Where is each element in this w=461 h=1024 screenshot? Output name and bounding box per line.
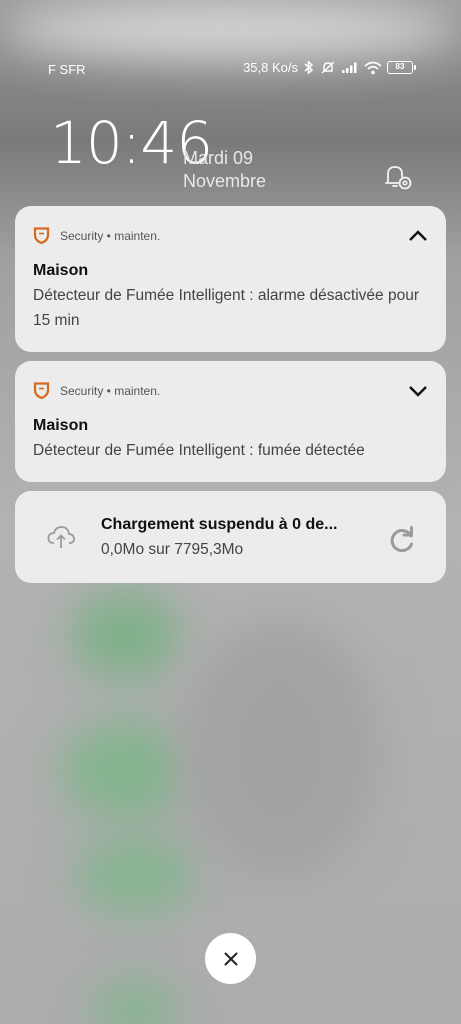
shield-icon <box>33 382 50 400</box>
date-month: Novembre <box>183 171 267 191</box>
download-title: Chargement suspendu à 0 de... <box>101 516 338 533</box>
notification-settings-button[interactable] <box>383 162 415 192</box>
carrier-label: F SFR <box>48 62 86 77</box>
notification-header: Security • mainten. <box>33 381 160 400</box>
chevron-down-icon[interactable] <box>406 379 430 403</box>
notification-card-alarm-disabled[interactable]: Security • mainten. Maison Détecteur de … <box>15 206 446 352</box>
lockscreen-date: Mardi 09 Novembre <box>183 147 266 193</box>
notification-title: Maison <box>33 417 89 434</box>
download-progress-text: 0,0Mo sur 7795,3Mo <box>101 541 244 558</box>
notification-title: Maison <box>33 262 89 279</box>
bell-gear-icon <box>385 166 412 190</box>
wifi-icon <box>364 61 382 74</box>
clear-all-button[interactable] <box>205 933 256 984</box>
chevron-up-icon[interactable] <box>406 224 430 248</box>
notification-header: Security • mainten. <box>33 226 160 245</box>
silent-bell-icon <box>321 61 335 74</box>
cloud-upload-icon <box>47 526 75 548</box>
refresh-icon[interactable] <box>387 524 417 554</box>
network-speed: 35,8 Ko/s <box>243 60 298 75</box>
signal-icon <box>342 62 357 73</box>
close-icon <box>224 952 237 965</box>
notification-card-smoke-detected[interactable]: Security • mainten. Maison Détecteur de … <box>15 361 446 482</box>
notification-text: Détecteur de Fumée Intelligent : fumée d… <box>33 442 365 459</box>
status-icons: 35,8 Ko/s 83 <box>243 60 416 75</box>
download-notification-card[interactable]: Chargement suspendu à 0 de... 0,0Mo sur … <box>15 491 446 583</box>
notification-app-line: Security • mainten. <box>60 228 161 243</box>
notification-app-line: Security • mainten. <box>60 383 161 398</box>
notification-text: Détecteur de Fumée Intelligent : alarme … <box>33 287 419 329</box>
shield-icon <box>33 227 50 245</box>
bluetooth-icon <box>304 60 314 75</box>
status-bar: F SFR 35,8 Ko/s 83 <box>0 58 461 82</box>
battery-indicator: 83 <box>387 61 416 74</box>
date-day: Mardi 09 <box>183 148 254 168</box>
